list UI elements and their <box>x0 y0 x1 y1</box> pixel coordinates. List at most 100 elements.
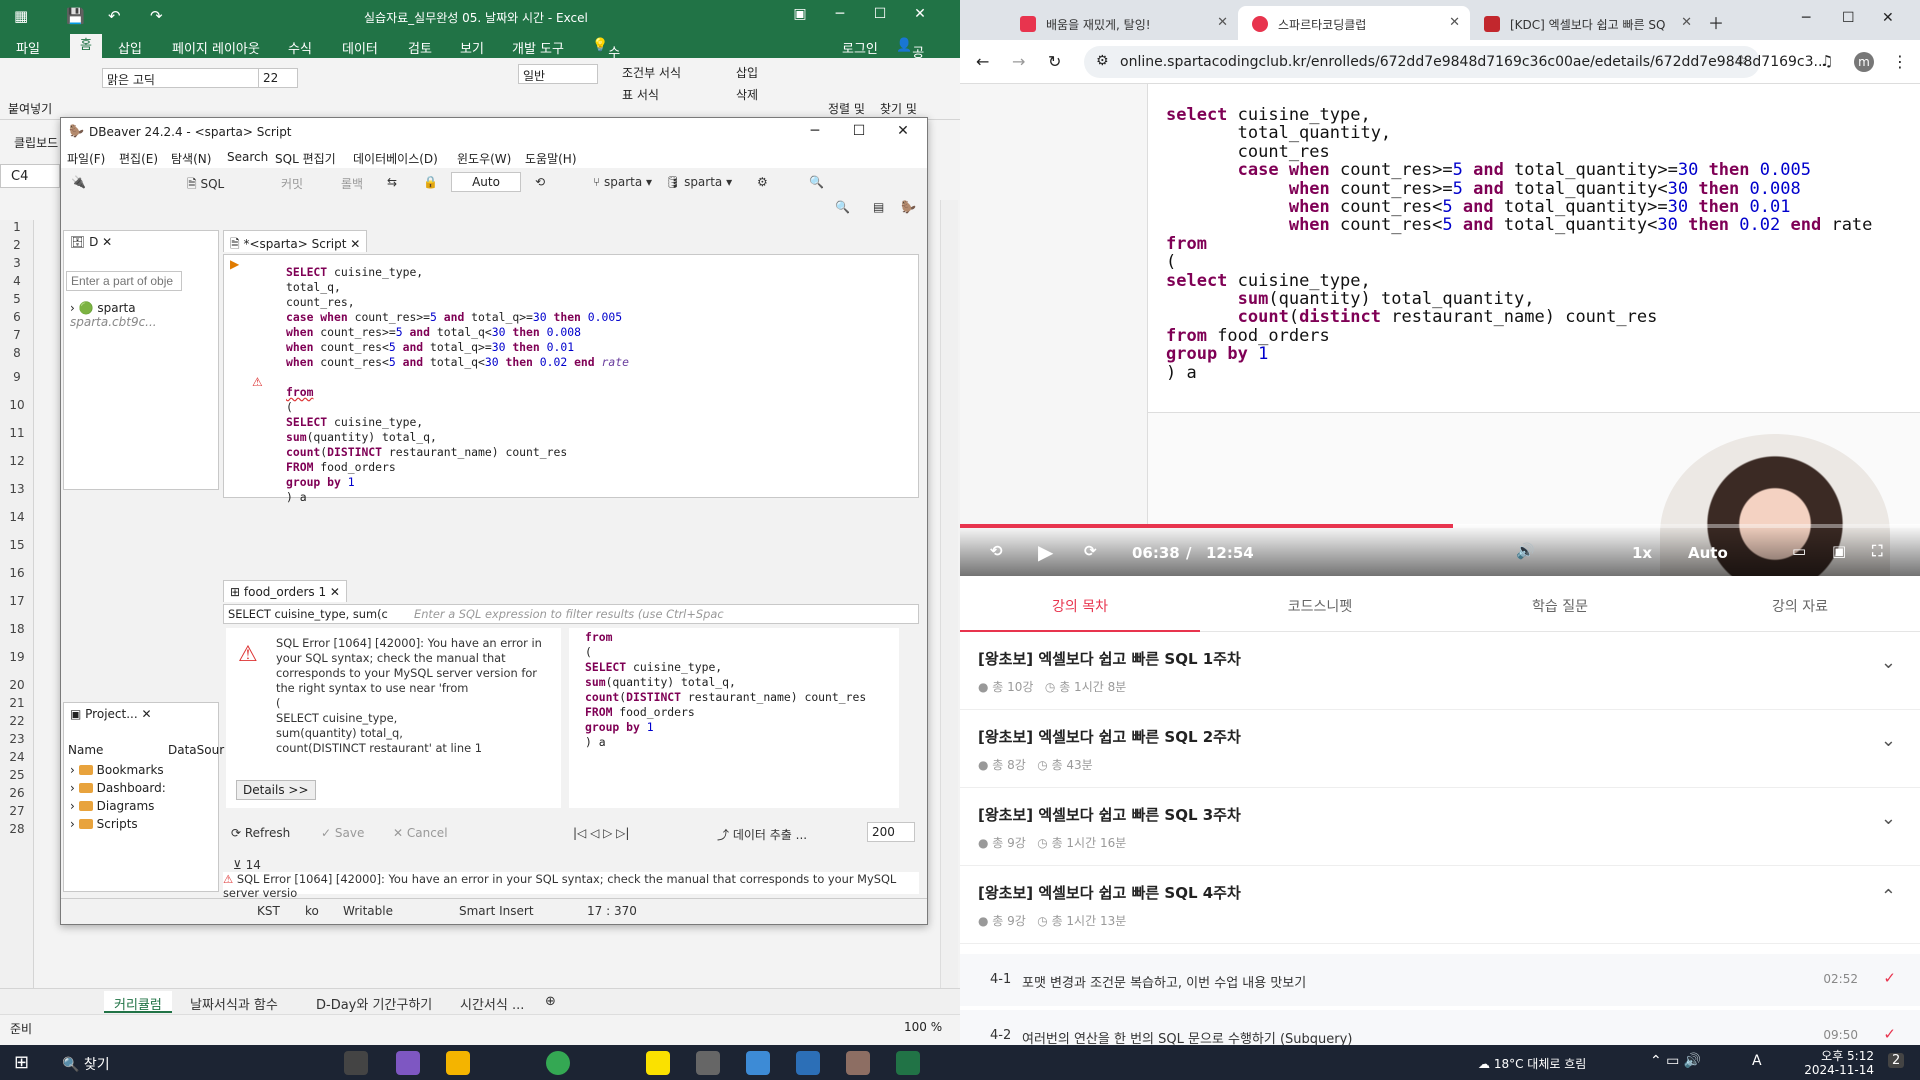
close-icon[interactable]: ✕ <box>900 6 940 22</box>
chevron-down-icon[interactable]: ⌄ <box>1881 808 1896 829</box>
number-format-select[interactable]: 일반 <box>518 64 598 84</box>
add-sheet-icon[interactable]: ⊕ <box>535 991 566 1013</box>
clock-date[interactable]: 2024-11-14 <box>1800 1063 1874 1077</box>
menu-data[interactable]: 데이터 <box>342 38 378 57</box>
playback-speed[interactable]: 1x <box>1632 544 1652 562</box>
rollback-button[interactable]: 롤백 <box>341 175 363 192</box>
url-bar[interactable]: ⚙ online.spartacodingclub.kr/enrolleds/6… <box>1084 46 1827 78</box>
row-header[interactable]: 19 <box>0 650 34 664</box>
font-size-select[interactable]: 22 <box>258 68 298 88</box>
dbeaver-minimize-icon[interactable]: ─ <box>795 123 835 139</box>
redo-icon[interactable]: ↷ <box>150 7 163 25</box>
db-menu-sql[interactable]: SQL 편집기 <box>275 150 336 167</box>
new-tab-icon[interactable]: ＋ <box>1708 10 1724 34</box>
row-header[interactable]: 17 <box>0 594 34 608</box>
tab-close-icon[interactable]: ✕ <box>1217 15 1228 30</box>
excel-vertical-scrollbar[interactable] <box>940 200 958 990</box>
run-statement-icon[interactable]: ▶ <box>230 257 239 271</box>
db-menu-help[interactable]: 도움말(H) <box>525 150 577 167</box>
execute-menu-icon[interactable]: ⚙ <box>757 175 768 189</box>
insert-cells-button[interactable]: 삽입 <box>736 64 758 81</box>
save-button[interactable]: ✓ Save <box>321 826 364 840</box>
bookmark-star-icon[interactable]: ☆ <box>1735 53 1748 69</box>
cond-format-button[interactable]: 조건부 서식 <box>622 64 681 81</box>
row-header[interactable]: 7 <box>0 328 34 342</box>
system-tray-icons[interactable]: ⌃ ▭ 🔊 <box>1650 1053 1701 1069</box>
lock-icon[interactable]: 🔒 <box>423 175 438 189</box>
week-item-3[interactable]: [왕초보] 엑셀보다 쉽고 빠른 SQL 3주차 ● 총 9강 ◷ 총 1시간 … <box>960 788 1920 866</box>
dbeaver-perspective-icon[interactable]: 🦫 <box>901 200 916 214</box>
clock-time[interactable]: 오후 5:12 <box>1800 1047 1874 1064</box>
db-menu-search[interactable]: Search <box>227 150 268 164</box>
excel-taskbar-icon[interactable] <box>896 1051 920 1075</box>
db-menu-database[interactable]: 데이터베이스(D) <box>353 150 438 167</box>
row-header[interactable]: 23 <box>0 732 34 746</box>
forward-10-icon[interactable]: ⟳ <box>1084 542 1097 560</box>
row-header[interactable]: 15 <box>0 538 34 552</box>
browser-close-icon[interactable]: ✕ <box>1882 10 1894 26</box>
zoom-level[interactable]: 100 % <box>904 1020 942 1034</box>
menu-home[interactable]: 홈 <box>70 34 102 58</box>
tab-materials[interactable]: 강의 자료 <box>1680 596 1920 616</box>
row-header[interactable]: 13 <box>0 482 34 496</box>
subtitle-icon[interactable]: ▭ <box>1792 542 1806 560</box>
db-menu-edit[interactable]: 편집(E) <box>119 150 158 167</box>
lesson-item-4-2[interactable]: 4-2 여러번의 연산을 한 번의 SQL 문으로 수행하기 (Subquery… <box>960 1010 1920 1045</box>
tab-close-icon[interactable]: ✕ <box>1449 15 1460 30</box>
video-progress-bar[interactable] <box>960 524 1920 528</box>
editor-tab[interactable]: 🗎 *<sparta> Script ✕ <box>223 230 368 252</box>
task-view-icon[interactable] <box>344 1051 368 1075</box>
row-header[interactable]: 28 <box>0 822 34 836</box>
video-player[interactable]: select cuisine_type, total_quantity, cou… <box>960 84 1920 576</box>
week-item-4[interactable]: [왕초보] 엑셀보다 쉽고 빠른 SQL 4주차 ● 총 9강 ◷ 총 1시간 … <box>960 866 1920 944</box>
menu-file[interactable]: 파일 <box>16 38 40 57</box>
menu-view[interactable]: 보기 <box>460 38 484 57</box>
transaction-icon[interactable]: ⇆ <box>387 175 397 189</box>
browser-tab-kdc[interactable]: [KDC] 엑셀보다 쉽고 빠른 SQ ✕ <box>1470 6 1702 40</box>
project-item-diagrams[interactable]: › Diagrams <box>70 799 154 813</box>
dbeaver-close-icon[interactable]: ✕ <box>883 123 923 139</box>
quick-search-icon[interactable]: 🔍 <box>835 200 850 214</box>
lesson-item-4-1[interactable]: 4-1 포맷 변경과 조건문 복습하고, 이번 수업 내용 맛보기 02:52 … <box>960 954 1920 1006</box>
notification-badge[interactable]: 2 <box>1888 1053 1905 1068</box>
project-item-bookmarks[interactable]: › Bookmarks <box>70 763 164 777</box>
find-button[interactable]: 찾기 및 <box>880 100 917 117</box>
ime-indicator[interactable]: A <box>1752 1053 1762 1069</box>
reload-icon[interactable]: ↻ <box>1048 52 1061 71</box>
row-header[interactable]: 4 <box>0 274 34 288</box>
row-header[interactable]: 11 <box>0 426 34 440</box>
site-info-icon[interactable]: ⚙ <box>1096 53 1109 69</box>
sheet-tab-dday[interactable]: D-Day와 기간구하기 <box>306 991 442 1013</box>
paste-label[interactable]: 붙여넣기 <box>8 100 52 117</box>
browser-minimize-icon[interactable]: ─ <box>1802 10 1810 26</box>
chevron-down-icon[interactable]: ⌄ <box>1881 730 1896 751</box>
fetch-size-input[interactable]: 200 <box>867 822 915 842</box>
font-name-select[interactable]: 맑은 고딕 <box>102 68 262 88</box>
table-format-button[interactable]: 표 서식 <box>622 86 659 103</box>
navigator-node-sparta[interactable]: › 🟢 sparta sparta.cbt9c... <box>70 301 218 329</box>
row-header[interactable]: 27 <box>0 804 34 818</box>
forward-icon[interactable]: → <box>1012 52 1025 71</box>
taskbar-search[interactable]: 🔍 찾기 <box>62 1054 110 1074</box>
row-header[interactable]: 8 <box>0 346 34 360</box>
weather-widget[interactable]: ☁ 18°C 대체로 흐림 <box>1478 1055 1586 1072</box>
windows-start-icon[interactable]: ⊞ <box>14 1052 29 1073</box>
row-header[interactable]: 2 <box>0 238 34 252</box>
row-header[interactable]: 6 <box>0 310 34 324</box>
row-header[interactable]: 24 <box>0 750 34 764</box>
row-header[interactable]: 3 <box>0 256 34 270</box>
row-header[interactable]: 10 <box>0 398 34 412</box>
name-box[interactable]: C4 <box>0 164 60 188</box>
dbeaver-maximize-icon[interactable]: ☐ <box>839 123 879 139</box>
row-header[interactable]: 16 <box>0 566 34 580</box>
file-explorer-icon[interactable] <box>446 1051 470 1075</box>
row-header[interactable]: 12 <box>0 454 34 468</box>
sort-button[interactable]: 정렬 및 <box>828 100 865 117</box>
history-icon[interactable]: ⟲ <box>535 175 545 189</box>
row-header[interactable]: 22 <box>0 714 34 728</box>
undo-icon[interactable]: ↶ <box>108 7 121 25</box>
settings-icon[interactable] <box>696 1051 720 1075</box>
refresh-button[interactable]: ⟳ Refresh <box>231 826 290 840</box>
results-filter-input[interactable]: Enter a SQL expression to filter results… <box>414 607 724 621</box>
new-connection-icon[interactable]: 🔌 <box>71 175 86 189</box>
